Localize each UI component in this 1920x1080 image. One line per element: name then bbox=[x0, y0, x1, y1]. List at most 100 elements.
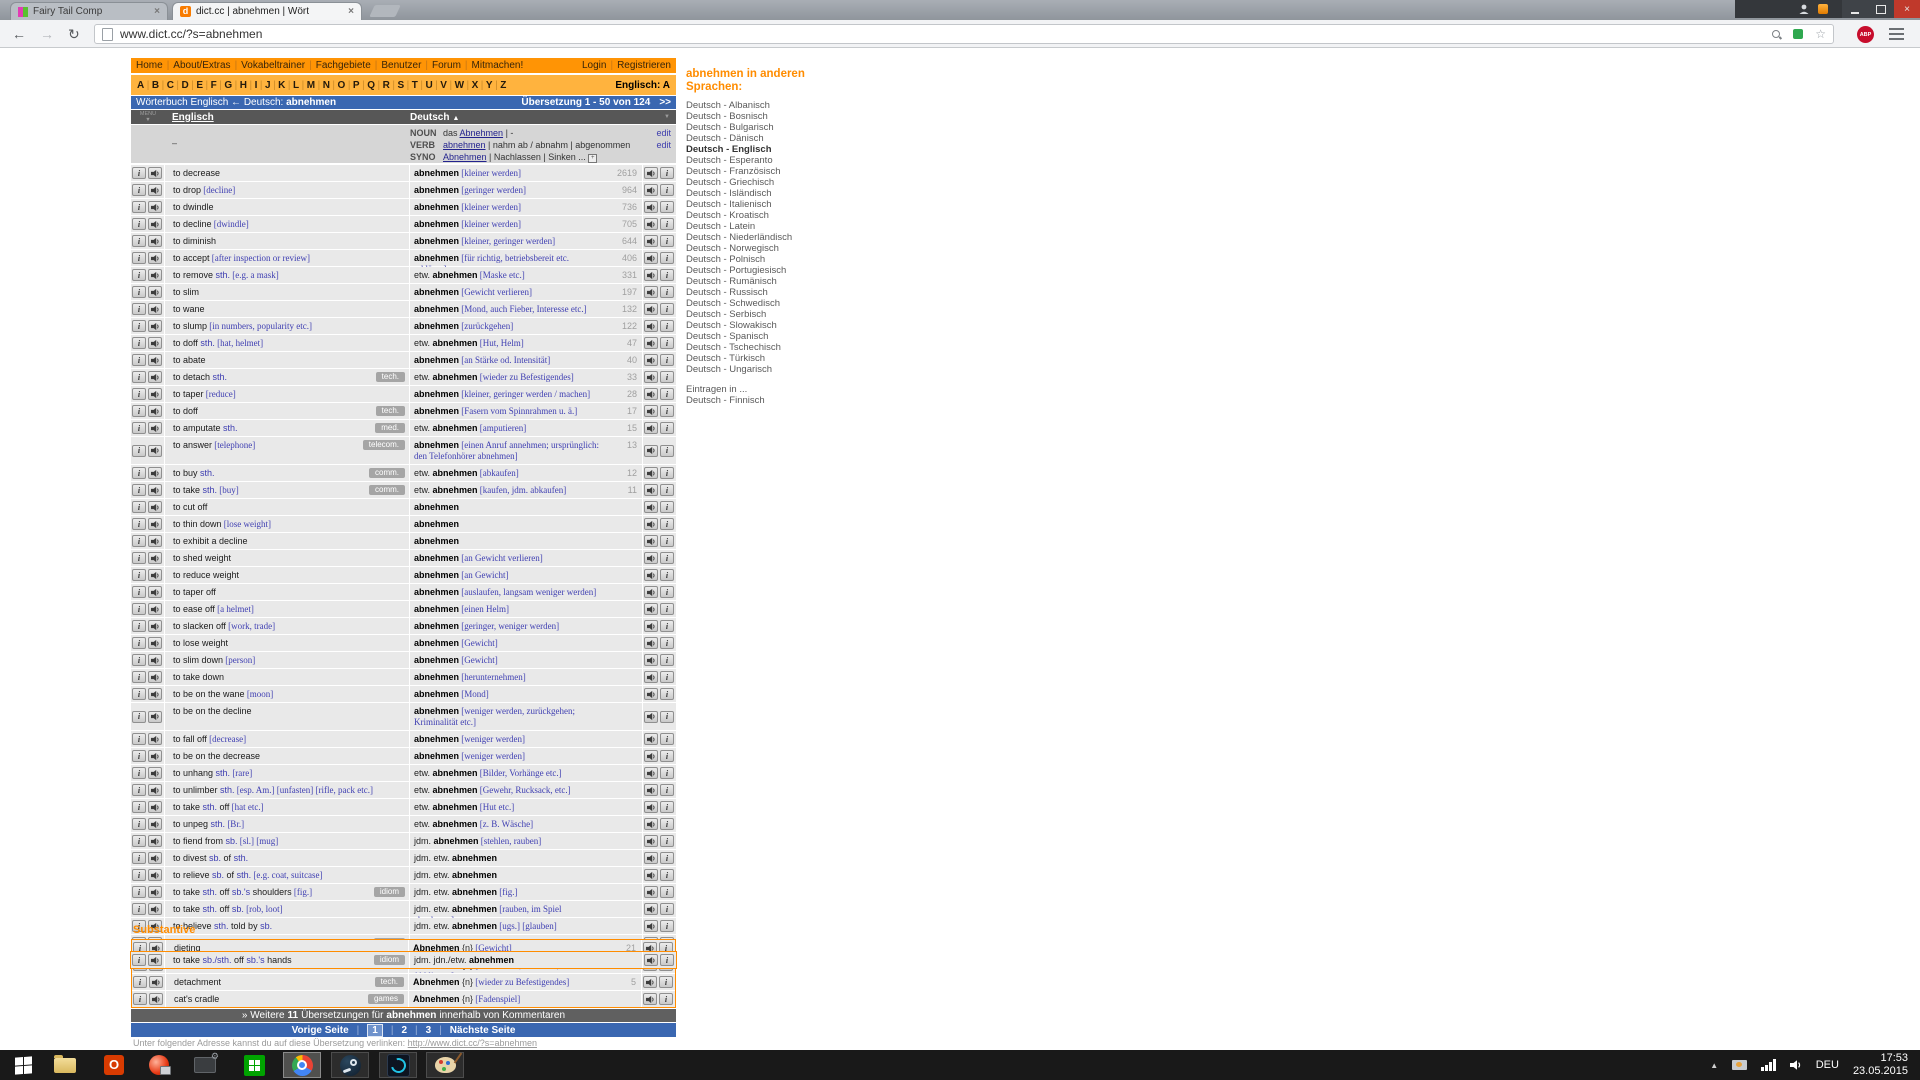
info-button[interactable]: i bbox=[132, 886, 146, 898]
german-term[interactable]: abnehmen bbox=[414, 536, 459, 546]
german-term[interactable]: abnehmen [Mond] bbox=[414, 689, 489, 699]
english-term[interactable]: cat's cradle bbox=[174, 994, 219, 1004]
audio-button[interactable] bbox=[148, 767, 162, 779]
subject-badge[interactable]: tech. bbox=[376, 406, 405, 416]
subject-badge[interactable]: med. bbox=[375, 423, 405, 433]
info-button[interactable]: i bbox=[660, 767, 674, 779]
german-term[interactable]: jdm. jdn./etw. abnehmen bbox=[414, 955, 514, 965]
letter-c[interactable]: C bbox=[167, 80, 174, 91]
audio-button[interactable] bbox=[644, 252, 658, 264]
letter-l[interactable]: L bbox=[293, 80, 299, 91]
sidebar-language-link[interactable]: Deutsch - Ungarisch bbox=[686, 364, 876, 375]
english-term[interactable]: to take sth. off sb.'s shoulders bbox=[173, 887, 292, 897]
audio-button[interactable] bbox=[644, 269, 658, 281]
info-button[interactable]: i bbox=[132, 637, 146, 649]
sidebar-extra-link[interactable]: Eintragen in ... bbox=[686, 384, 876, 395]
letter-a[interactable]: A bbox=[137, 80, 144, 91]
audio-button[interactable] bbox=[148, 303, 162, 315]
audio-button[interactable] bbox=[644, 518, 658, 530]
subject-badge[interactable]: telecom. bbox=[363, 440, 405, 450]
german-term[interactable]: jdm. etw. abnehmen [ugs.] [glauben] bbox=[414, 921, 557, 931]
info-button[interactable]: i bbox=[132, 852, 146, 864]
english-term[interactable]: to relieve sb. of sth. bbox=[173, 870, 251, 880]
audio-button[interactable] bbox=[148, 484, 162, 496]
nav-item-login[interactable]: Login bbox=[582, 60, 606, 71]
expand-icon[interactable]: + bbox=[588, 154, 597, 163]
info-button[interactable]: i bbox=[132, 235, 146, 247]
info-button[interactable]: i bbox=[132, 586, 146, 598]
table-row[interactable]: ito buy sth.comm.etw. abnehmen [abkaufen… bbox=[131, 465, 676, 481]
table-row[interactable]: ito slacken off [work, trade]abnehmen [g… bbox=[131, 618, 676, 634]
sidebar-language-link[interactable]: Deutsch - Tschechisch bbox=[686, 342, 876, 353]
german-term[interactable]: etw. abnehmen [abkaufen] bbox=[414, 468, 519, 478]
english-term[interactable]: to be on the wane bbox=[173, 689, 245, 699]
file-explorer-taskbar-icon[interactable] bbox=[46, 1052, 84, 1078]
english-term[interactable]: detachment bbox=[174, 977, 221, 987]
table-row[interactable]: ito waneabnehmen [Mond, auch Fieber, Int… bbox=[131, 301, 676, 317]
table-row[interactable]: ito fall off [decrease]abnehmen [weniger… bbox=[131, 731, 676, 747]
german-term[interactable]: abnehmen [einen Helm] bbox=[414, 604, 509, 614]
audio-button[interactable] bbox=[148, 903, 162, 915]
info-button[interactable]: i bbox=[660, 320, 674, 332]
english-term[interactable]: to detach sth. bbox=[173, 372, 227, 382]
bookmark-star-icon[interactable]: ☆ bbox=[1815, 29, 1826, 39]
audio-button[interactable] bbox=[148, 518, 162, 530]
info-button[interactable]: i bbox=[660, 337, 674, 349]
table-row[interactable]: ito take sth. [buy]comm.etw. abnehmen [k… bbox=[131, 482, 676, 498]
system-tool-taskbar-icon[interactable] bbox=[186, 1052, 224, 1078]
table-row[interactable]: ito take sb./sth. off sb.'s handsidiomjd… bbox=[131, 952, 676, 968]
sidebar-language-link[interactable]: Deutsch - Rumänisch bbox=[686, 276, 876, 287]
english-term[interactable]: to dwindle bbox=[173, 202, 214, 212]
table-row[interactable]: ito dwindleabnehmen [kleiner werden]736i bbox=[131, 199, 676, 215]
audio-button[interactable] bbox=[644, 784, 658, 796]
english-term[interactable]: to take sth. off bbox=[173, 802, 229, 812]
extension-page-icon[interactable] bbox=[1793, 29, 1803, 39]
german-term[interactable]: abnehmen [kleiner werden] bbox=[414, 219, 521, 229]
next-page-link[interactable]: Nächste Seite bbox=[450, 1025, 516, 1036]
table-row[interactable]: ito taper offabnehmen [auslaufen, langsa… bbox=[131, 584, 676, 600]
english-term[interactable]: to slim bbox=[173, 287, 199, 297]
english-term[interactable]: to abate bbox=[173, 355, 206, 365]
english-term[interactable]: to unhang sth. bbox=[173, 768, 230, 778]
volume-icon[interactable] bbox=[1790, 1059, 1802, 1071]
audio-button[interactable] bbox=[644, 286, 658, 298]
info-button[interactable]: i bbox=[660, 518, 674, 530]
zoom-icon[interactable] bbox=[1772, 30, 1781, 39]
english-term[interactable]: to shed weight bbox=[173, 553, 231, 563]
info-button[interactable]: i bbox=[132, 337, 146, 349]
table-row[interactable]: ito believe sth. told by sb.jdm. etw. ab… bbox=[131, 918, 676, 934]
tab-close-icon[interactable]: × bbox=[154, 6, 160, 17]
english-term[interactable]: to reduce weight bbox=[173, 570, 239, 580]
nav-item-home[interactable]: Home bbox=[136, 60, 163, 71]
german-term[interactable]: jdm. etw. abnehmen [fig.] bbox=[414, 887, 518, 897]
table-row[interactable]: ito thin down [lose weight]abnehmeni bbox=[131, 516, 676, 532]
audio-button[interactable] bbox=[644, 201, 658, 213]
page-link-2[interactable]: 2 bbox=[401, 1025, 407, 1036]
audio-button[interactable] bbox=[644, 688, 658, 700]
letter-m[interactable]: M bbox=[307, 80, 315, 91]
chrome-taskbar-icon[interactable] bbox=[283, 1052, 321, 1078]
audio-button[interactable] bbox=[644, 167, 658, 179]
letter-p[interactable]: P bbox=[353, 80, 360, 91]
tab-close-icon[interactable]: × bbox=[348, 6, 354, 17]
english-term[interactable]: to exhibit a decline bbox=[173, 536, 248, 546]
info-button[interactable]: i bbox=[133, 976, 147, 988]
audio-button[interactable] bbox=[148, 688, 162, 700]
info-button[interactable]: i bbox=[132, 184, 146, 196]
page-link-3[interactable]: 3 bbox=[426, 1025, 432, 1036]
audio-button[interactable] bbox=[644, 184, 658, 196]
audio-button[interactable] bbox=[148, 954, 162, 966]
audio-button[interactable] bbox=[644, 354, 658, 366]
audio-button[interactable] bbox=[148, 252, 162, 264]
letter-h[interactable]: H bbox=[240, 80, 247, 91]
audio-button[interactable] bbox=[148, 552, 162, 564]
table-row[interactable]: ito take sth. off sb. [rob, loot]jdm. et… bbox=[131, 901, 676, 917]
info-button[interactable]: i bbox=[132, 903, 146, 915]
info-button[interactable]: i bbox=[660, 920, 674, 932]
info-button[interactable]: i bbox=[132, 320, 146, 332]
info-button[interactable]: i bbox=[132, 869, 146, 881]
audio-button[interactable] bbox=[148, 354, 162, 366]
info-button[interactable]: i bbox=[660, 422, 674, 434]
audio-button[interactable] bbox=[149, 976, 163, 988]
info-button[interactable]: i bbox=[132, 801, 146, 813]
